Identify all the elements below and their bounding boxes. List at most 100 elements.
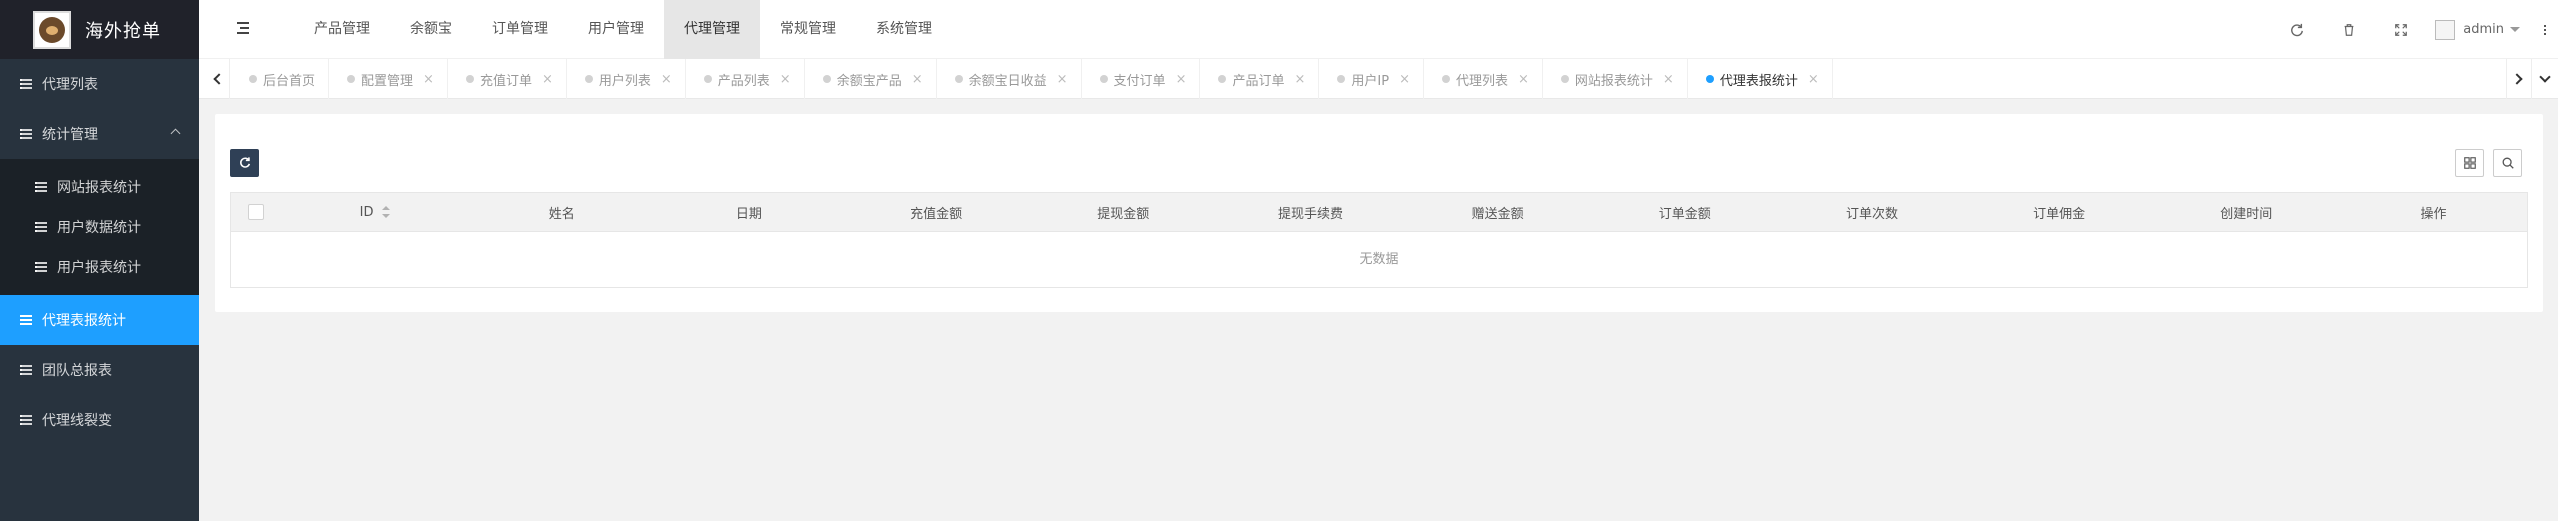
- close-icon[interactable]: ×: [1808, 72, 1819, 87]
- close-icon[interactable]: ×: [1663, 72, 1674, 87]
- topnav-item-products[interactable]: 产品管理: [294, 0, 390, 59]
- topnav-item-general[interactable]: 常规管理: [760, 0, 856, 59]
- select-all-checkbox[interactable]: [248, 204, 264, 220]
- column-header-order-amount: 订单金额: [1658, 206, 1711, 222]
- topnav-item-system[interactable]: 系统管理: [856, 0, 952, 59]
- logo[interactable]: 海外抢单: [0, 0, 199, 59]
- column-header-commission: 订单佣金: [2033, 206, 2086, 222]
- close-icon[interactable]: ×: [661, 72, 672, 87]
- table-header: ID 姓名 日期 充值金额 提现金额 提现手续费 赠送金额 订单金额 订单次数 …: [231, 193, 2527, 232]
- tab-home[interactable]: 后台首页: [231, 59, 330, 99]
- refresh-button[interactable]: [230, 149, 259, 177]
- tabs-prev-button[interactable]: [204, 59, 230, 99]
- tab-agent-list[interactable]: 代理列表 ×: [1424, 59, 1543, 99]
- sidebar-subitem-site-report[interactable]: 网站报表统计: [0, 167, 199, 207]
- column-header-date: 日期: [735, 206, 762, 222]
- sidebar-item-stats[interactable]: 统计管理: [0, 109, 199, 159]
- chevron-right-icon: [2511, 73, 2523, 85]
- sidebar-item-agent-report[interactable]: 代理表报统计: [0, 295, 199, 345]
- dot-icon: [703, 75, 712, 83]
- sidebar-item-team-report[interactable]: 团队总报表: [0, 345, 199, 395]
- dot-icon: [822, 75, 831, 83]
- tab-user-ip[interactable]: 用户IP ×: [1319, 59, 1424, 99]
- tabs-list: 后台首页 配置管理 × 充值订单 × 用户列表 × 产品列表 × 余额宝产品 × 余额宝日…: [231, 59, 1833, 99]
- sidebar-subitem-label: 网站报表统计: [57, 180, 141, 196]
- sidebar-nav: 代理列表 统计管理 网站报表统计 用户数据统计 用户报表统计 代理表报统计 团队…: [0, 59, 199, 445]
- tab-label: 网站报表统计: [1574, 73, 1653, 89]
- close-icon[interactable]: ×: [1176, 72, 1187, 87]
- dot-icon: [1099, 75, 1108, 83]
- sidebar-item-agent-fission[interactable]: 代理线裂变: [0, 395, 199, 445]
- close-icon[interactable]: ×: [1294, 72, 1305, 87]
- tab-label: 产品列表: [717, 73, 770, 89]
- list-icon: [20, 365, 32, 375]
- tab-site-report[interactable]: 网站报表统计 ×: [1543, 59, 1688, 99]
- close-icon[interactable]: ×: [423, 72, 434, 87]
- top-header: 产品管理 余额宝 订单管理 用户管理 代理管理 常规管理 系统管理 admin: [199, 0, 2558, 59]
- tabs-dropdown-button[interactable]: [2532, 59, 2558, 99]
- sort-icon[interactable]: [381, 206, 390, 218]
- header-tools: admin: [2271, 0, 2558, 59]
- list-icon: [20, 79, 32, 89]
- tab-label: 充值订单: [479, 73, 532, 89]
- dot-icon: [1705, 75, 1714, 83]
- search-button[interactable]: [2493, 149, 2522, 177]
- tab-label: 用户IP: [1351, 73, 1390, 89]
- column-header-recharge: 充值金额: [910, 206, 963, 222]
- topnav-item-agents[interactable]: 代理管理: [664, 0, 760, 59]
- sidebar-subitem-user-data[interactable]: 用户数据统计: [0, 207, 199, 247]
- tab-product-orders[interactable]: 产品订单 ×: [1200, 59, 1320, 99]
- top-nav: 产品管理 余额宝 订单管理 用户管理 代理管理 常规管理 系统管理: [294, 0, 952, 59]
- dot-icon: [249, 75, 257, 83]
- content-card: ID 姓名 日期 充值金额 提现金额 提现手续费 赠送金额 订单金额 订单次数 …: [215, 114, 2543, 312]
- close-icon[interactable]: ×: [1399, 72, 1410, 87]
- tab-yuebao-daily[interactable]: 余额宝日收益 ×: [937, 59, 1082, 99]
- sidebar-item-agent-list[interactable]: 代理列表: [0, 59, 199, 109]
- tab-yuebao-products[interactable]: 余额宝产品 ×: [805, 59, 937, 99]
- list-icon: [20, 315, 32, 325]
- tab-label: 后台首页: [263, 73, 316, 89]
- list-icon: [20, 129, 32, 139]
- close-icon[interactable]: ×: [1518, 72, 1529, 87]
- user-menu[interactable]: admin: [2427, 19, 2532, 40]
- close-icon[interactable]: ×: [780, 72, 791, 87]
- list-icon: [35, 182, 47, 192]
- dot-icon: [465, 75, 474, 83]
- close-icon[interactable]: ×: [912, 72, 923, 87]
- list-icon: [35, 262, 47, 272]
- tab-label: 支付订单: [1113, 73, 1166, 89]
- tabs-next-button[interactable]: [2506, 59, 2532, 99]
- trash-icon[interactable]: [2323, 0, 2375, 59]
- topnav-item-yuebao[interactable]: 余额宝: [390, 0, 472, 59]
- sidebar-submenu: 网站报表统计 用户数据统计 用户报表统计: [0, 159, 199, 295]
- dot-icon: [1218, 75, 1227, 83]
- refresh-icon[interactable]: [2271, 0, 2323, 59]
- list-icon: [35, 222, 47, 232]
- tab-user-list[interactable]: 用户列表 ×: [567, 59, 686, 99]
- topnav-item-orders[interactable]: 订单管理: [472, 0, 568, 59]
- sidebar-item-label: 代理列表: [42, 77, 98, 93]
- tab-payment-orders[interactable]: 支付订单 ×: [1082, 59, 1201, 99]
- chevron-up-icon: [170, 128, 181, 139]
- column-header-id[interactable]: ID: [281, 205, 468, 220]
- close-icon[interactable]: ×: [1057, 72, 1068, 87]
- tab-product-list[interactable]: 产品列表 ×: [686, 59, 805, 99]
- topnav-item-users[interactable]: 用户管理: [568, 0, 664, 59]
- chevron-left-icon: [212, 73, 225, 85]
- tab-config[interactable]: 配置管理 ×: [329, 59, 448, 99]
- collapse-menu-icon[interactable]: [235, 22, 249, 36]
- tab-recharge-orders[interactable]: 充值订单 ×: [448, 59, 567, 99]
- close-icon[interactable]: ×: [542, 72, 553, 87]
- fullscreen-icon[interactable]: [2375, 0, 2427, 59]
- sidebar-subitem-user-report[interactable]: 用户报表统计: [0, 247, 199, 287]
- more-vertical-icon[interactable]: [2532, 0, 2558, 59]
- tab-label: 余额宝产品: [836, 73, 902, 89]
- tab-label: 代理列表: [1455, 73, 1508, 89]
- empty-state: 无数据: [1359, 252, 1399, 267]
- avatar: [2435, 19, 2456, 40]
- data-table: ID 姓名 日期 充值金额 提现金额 提现手续费 赠送金额 订单金额 订单次数 …: [230, 192, 2528, 288]
- sidebar-item-label: 代理表报统计: [42, 313, 126, 329]
- tab-agent-report[interactable]: 代理表报统计 ×: [1688, 59, 1833, 99]
- search-icon: [2502, 157, 2514, 169]
- columns-filter-button[interactable]: [2455, 149, 2484, 177]
